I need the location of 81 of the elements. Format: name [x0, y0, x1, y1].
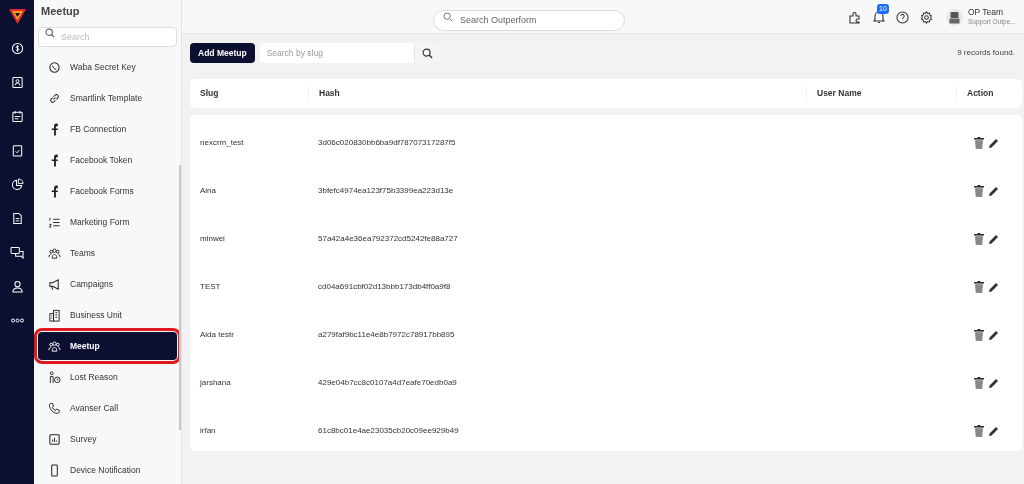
sidebar-item[interactable]: Device Notification: [38, 456, 177, 484]
table-cell: 57a42a4e36ea792372cd5242fe88a727: [318, 234, 458, 243]
page-title: Meetup: [40, 4, 81, 20]
device-icon: [48, 463, 61, 477]
survey-icon: [48, 432, 61, 446]
table-cell: jarshana: [200, 378, 231, 387]
sidebar-item[interactable]: Avanser Call: [38, 394, 177, 422]
trash-icon[interactable]: [974, 425, 984, 437]
scrollbar[interactable]: [179, 165, 181, 430]
puzzle-icon[interactable]: [848, 10, 862, 24]
contact-card-icon[interactable]: [10, 75, 24, 89]
column-header: Hash: [319, 87, 340, 100]
pencil-icon[interactable]: [988, 329, 999, 341]
megaphone-icon: [48, 277, 61, 291]
column-header: Action: [967, 87, 994, 100]
table-cell: a279faf9bc11e4e8b7972c78917bb895: [318, 330, 455, 339]
records-count: 9 records found.: [957, 47, 1015, 59]
trash-icon[interactable]: [974, 185, 984, 197]
column-header: User Name: [817, 87, 862, 100]
pencil-icon[interactable]: [988, 137, 999, 149]
table-cell: 429e04b7cc8c0107a4d7eafe70edb0a9: [318, 378, 457, 387]
user-name: OP Team: [968, 8, 1005, 17]
clipboard-check-icon[interactable]: [10, 143, 24, 157]
people-icon: [48, 246, 61, 260]
logo-icon: [8, 9, 26, 24]
sidebar-item[interactable]: Marketing Form: [38, 208, 177, 236]
people-icon: [48, 339, 61, 353]
trash-icon[interactable]: [974, 233, 984, 245]
numbered-list-icon: [48, 215, 61, 229]
sidebar-item[interactable]: Facebook Forms: [38, 177, 177, 205]
pencil-icon[interactable]: [988, 377, 999, 389]
sidebar-search-field[interactable]: Search: [38, 27, 177, 47]
calendar-icon[interactable]: [10, 109, 24, 123]
pencil-icon[interactable]: [988, 185, 999, 197]
person-clock-icon: [48, 370, 61, 384]
table-cell: 61c8bc01e4ae23035cb20c09ee929b49: [318, 426, 459, 435]
table-cell: 3d06c020830bb6ba9df78707317287f5: [318, 138, 456, 147]
trash-icon[interactable]: [974, 281, 984, 293]
sidebar-item[interactable]: Survey: [38, 425, 177, 453]
chat-icon[interactable]: [9, 245, 25, 259]
table-cell: 3bfefc4974ea123f75b3399ea223d13e: [318, 186, 454, 195]
avatar-icon: [946, 8, 963, 26]
search-icon: [421, 47, 433, 59]
trash-icon[interactable]: [974, 377, 984, 389]
sidebar-item[interactable]: Business Unit: [38, 301, 177, 329]
sidebar-item[interactable]: Campaigns: [38, 270, 177, 298]
more-icon[interactable]: [10, 317, 24, 323]
sidebar-item[interactable]: Teams: [38, 239, 177, 267]
add-meetup-button[interactable]: Add Meetup: [190, 43, 255, 63]
sidebar-item[interactable]: Smartlink Template: [38, 84, 177, 112]
settings-icon[interactable]: [920, 10, 933, 24]
pie-chart-icon[interactable]: [10, 177, 24, 191]
trash-icon[interactable]: [974, 137, 984, 149]
pencil-icon[interactable]: [988, 281, 999, 293]
table-cell: cd04a691cbf02d13bbb173db4ff0a9f8: [318, 282, 451, 291]
sidebar-item[interactable]: Waba Secret Key: [38, 53, 177, 81]
table-cell: nexcrm_test: [200, 138, 244, 147]
person-icon[interactable]: [10, 279, 24, 293]
wallet-icon[interactable]: [10, 41, 24, 55]
table-cell: irfan: [200, 426, 216, 435]
help-icon[interactable]: [896, 10, 909, 24]
pencil-icon[interactable]: [988, 425, 999, 437]
sidebar-item[interactable]: Facebook Token: [38, 146, 177, 174]
phone-icon: [48, 401, 61, 415]
document-icon[interactable]: [10, 211, 24, 225]
table-cell: Aina: [200, 186, 216, 195]
search-icon: [45, 28, 55, 38]
search-icon: [443, 12, 453, 22]
pencil-icon[interactable]: [988, 233, 999, 245]
building-icon: [48, 308, 61, 322]
bell-icon[interactable]: [873, 10, 885, 24]
global-search-field[interactable]: Search Outperform: [433, 9, 625, 31]
table-cell: TEST: [200, 282, 221, 291]
link-icon: [48, 91, 61, 105]
slug-search-field[interactable]: Search by slug: [259, 43, 414, 63]
table-cell: Aida testr: [200, 330, 234, 339]
sidebar-item[interactable]: FB Connection: [38, 115, 177, 143]
table-cell: minwei: [200, 234, 225, 243]
sidebar-item[interactable]: Lost Reason: [38, 363, 177, 391]
trash-icon[interactable]: [974, 329, 984, 341]
column-header: Slug: [200, 87, 219, 100]
